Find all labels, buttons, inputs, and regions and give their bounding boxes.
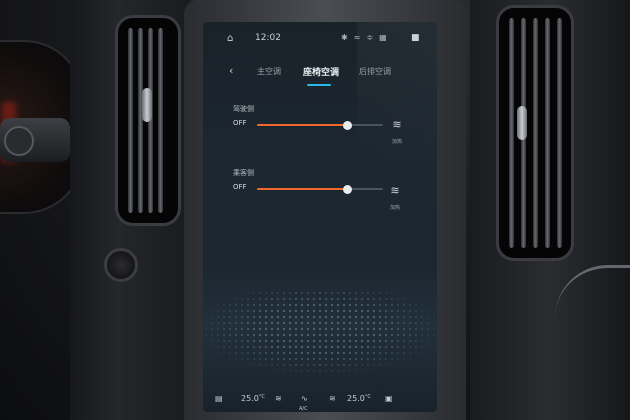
wifi-icon: ≑ — [366, 33, 380, 42]
seat-heat-icon[interactable]: ≋ — [387, 118, 407, 131]
fan-icon[interactable]: ∿ — [301, 394, 308, 403]
passenger-state-label: OFF — [233, 183, 247, 191]
seat-heat-icon[interactable]: ≋ — [385, 184, 405, 197]
back-chevron-icon[interactable]: ‹ — [229, 64, 233, 77]
ac-label: A/C — [299, 406, 308, 412]
left-temp[interactable]: 25.0°C — [241, 394, 265, 403]
car-dashboard-scene: ⌂ 12:02 ✱≈≑▦ ■ ‹ 主空调 座椅空调 后排空调 驾驶侧 OFF ≋… — [0, 0, 630, 420]
vent-adjust-knob — [517, 106, 527, 140]
status-bar: ⌂ 12:02 ✱≈≑▦ ■ — [203, 31, 437, 49]
climate-bottom-bar: ▤ 25.0°C ≋ ∿ A/C ≋ 25.0°C ▣ — [203, 388, 437, 412]
home-icon[interactable]: ⌂ — [227, 33, 233, 44]
driver-slider-fill — [257, 124, 348, 126]
vent-adjust-knob — [142, 88, 152, 122]
steering-stalk — [0, 118, 70, 162]
active-tab-indicator — [307, 84, 331, 86]
passenger-slider-knob[interactable] — [343, 184, 353, 194]
left-temp-unit: °C — [258, 394, 265, 400]
driver-slider-knob[interactable] — [343, 120, 353, 130]
passenger-heat-mode-label: 加热 — [389, 205, 400, 211]
seat-heat-icon[interactable]: ≋ — [275, 394, 282, 403]
driver-heat-slider[interactable] — [257, 120, 383, 130]
left-temp-value: 25.0 — [241, 394, 259, 403]
passenger-heat-slider[interactable] — [257, 184, 383, 194]
tab-seat-ac[interactable]: 座椅空调 — [303, 65, 339, 78]
infotainment-screen: ⌂ 12:02 ✱≈≑▦ ■ ‹ 主空调 座椅空调 后排空调 驾驶侧 OFF ≋… — [203, 22, 437, 412]
seat-label-driver: 驾驶侧 — [233, 105, 254, 113]
status-icons: ✱≈≑▦ — [341, 33, 393, 42]
dashboard-round-button — [104, 248, 138, 282]
left-air-vent — [115, 15, 181, 226]
signal-icon: ≈ — [353, 33, 367, 42]
car-front-icon[interactable]: ▤ — [215, 394, 223, 403]
dot-pattern-decoration — [203, 290, 437, 375]
bluetooth-icon: ✱ — [341, 33, 354, 42]
seat-heat-icon[interactable]: ≋ — [329, 394, 336, 403]
tab-rear-ac[interactable]: 后排空调 — [359, 66, 391, 77]
right-air-vent — [496, 5, 574, 261]
seat-label-passenger: 乘客侧 — [233, 169, 254, 177]
driver-heat-mode-label: 加热 — [391, 139, 402, 145]
right-temp-unit: °C — [364, 394, 371, 400]
right-temp[interactable]: 25.0°C — [347, 394, 371, 403]
passenger-slider-fill — [257, 188, 348, 190]
driver-state-label: OFF — [233, 119, 247, 127]
climate-tabs: ‹ 主空调 座椅空调 后排空调 — [203, 64, 437, 88]
right-temp-value: 25.0 — [347, 394, 365, 403]
clock: 12:02 — [255, 33, 281, 43]
user-icon[interactable]: ■ — [411, 33, 420, 43]
tab-main-ac[interactable]: 主空调 — [257, 66, 281, 77]
layers-icon[interactable]: ▣ — [385, 394, 393, 403]
cellular-icon: ▦ — [379, 33, 393, 42]
